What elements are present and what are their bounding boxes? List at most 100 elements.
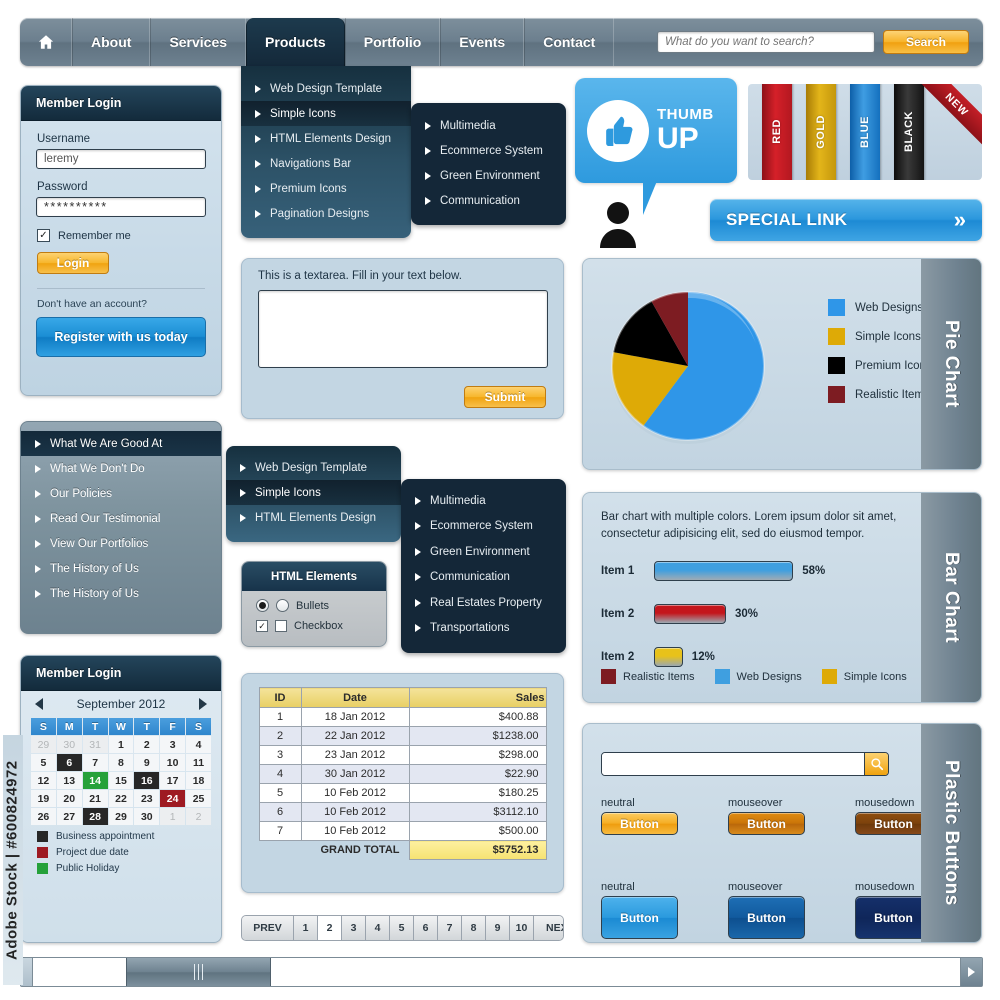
dropdown-item-simple-icons[interactable]: Simple Icons xyxy=(241,101,411,126)
calendar-day-5[interactable]: 5 xyxy=(31,754,56,771)
calendar-day-18[interactable]: 18 xyxy=(186,772,211,789)
calendar-day-15[interactable]: 15 xyxy=(108,772,134,789)
submenu-item-communication[interactable]: Communication xyxy=(411,188,566,213)
register-button[interactable]: Register with us today xyxy=(36,317,206,357)
nav-item-contact[interactable]: Contact xyxy=(524,18,615,66)
accordion-item-our-policies[interactable]: Our Policies xyxy=(21,481,221,506)
calendar-day-23[interactable]: 23 xyxy=(134,790,160,807)
dropdown-item-premium-icons[interactable]: Premium Icons xyxy=(241,176,411,201)
dropdown-item-navigations-bar[interactable]: Navigations Bar xyxy=(241,151,411,176)
pagination-page-5[interactable]: 5 xyxy=(390,916,414,940)
nav-item-services[interactable]: Services xyxy=(150,18,247,66)
calendar-day-10[interactable]: 10 xyxy=(160,754,186,771)
calendar-day-6[interactable]: 6 xyxy=(56,754,82,771)
calendar-day-20[interactable]: 20 xyxy=(56,790,82,807)
plastic-button-blue-neutral[interactable]: Button xyxy=(601,896,678,939)
plastic-search-button[interactable] xyxy=(864,753,888,775)
pagination-page-7[interactable]: 7 xyxy=(438,916,462,940)
pagination-page-2[interactable]: 2 xyxy=(318,916,342,940)
accordion-item-read-our-testimonial[interactable]: Read Our Testimonial xyxy=(21,506,221,531)
radio-unselected[interactable] xyxy=(276,599,289,612)
calendar-day-3[interactable]: 3 xyxy=(160,736,186,753)
accordion-item-what-we-dont-do[interactable]: What We Don't Do xyxy=(21,456,221,481)
calendar-day-31[interactable]: 31 xyxy=(82,736,108,753)
calendar-day-21[interactable]: 21 xyxy=(82,790,108,807)
search-button[interactable]: Search xyxy=(883,30,969,54)
table-header-date[interactable]: Date xyxy=(300,687,410,708)
remember-me-row[interactable]: ✓ Remember me xyxy=(37,229,221,242)
calendar-day-7[interactable]: 7 xyxy=(82,754,108,771)
pagination-page-6[interactable]: 6 xyxy=(414,916,438,940)
ribbon-gold[interactable]: GOLD xyxy=(806,84,836,180)
accordion-item-history-of-us-2[interactable]: The History of Us xyxy=(21,581,221,606)
remember-me-checkbox[interactable]: ✓ xyxy=(37,229,50,242)
plastic-button-orange-neutral[interactable]: Button xyxy=(601,812,678,835)
calendar-day-14[interactable]: 14 xyxy=(82,772,108,789)
calendar-day-12[interactable]: 12 xyxy=(31,772,56,789)
calendar-day-29[interactable]: 29 xyxy=(31,736,56,753)
calendar-day-29[interactable]: 29 xyxy=(108,808,134,825)
scrollbar-right-arrow-button[interactable] xyxy=(960,958,982,986)
nav-home-button[interactable] xyxy=(20,18,72,66)
radio-selected[interactable] xyxy=(256,599,269,612)
secondary-submenu-item-transportations[interactable]: Transportations xyxy=(401,616,566,642)
secondary-menu-item-simple-icons[interactable]: Simple Icons xyxy=(226,480,401,505)
checkbox-checked[interactable]: ✓ xyxy=(256,620,268,632)
table-row[interactable]: 7 10 Feb 2012 $500.00 xyxy=(258,821,547,841)
pagination-next-button[interactable]: NEXT xyxy=(534,916,563,940)
calendar-day-2[interactable]: 2 xyxy=(134,736,160,753)
calendar-day-19[interactable]: 19 xyxy=(31,790,56,807)
textarea-input[interactable] xyxy=(257,290,548,368)
calendar-day-8[interactable]: 8 xyxy=(108,754,134,771)
special-link-button[interactable]: SPECIAL LINK » xyxy=(710,199,982,241)
table-header-id[interactable]: ID xyxy=(258,687,302,708)
table-header-sales[interactable]: Sales xyxy=(408,687,547,708)
accordion-item-what-we-are-good-at[interactable]: What We Are Good At xyxy=(21,431,221,456)
accordion-item-history-of-us-1[interactable]: The History of Us xyxy=(21,556,221,581)
calendar-day-1[interactable]: 1 xyxy=(160,808,186,825)
plastic-button-orange-over[interactable]: Button xyxy=(728,812,805,835)
scrollbar-track[interactable] xyxy=(33,958,960,986)
nav-item-products[interactable]: Products xyxy=(246,18,345,66)
calendar-day-11[interactable]: 11 xyxy=(186,754,211,771)
table-row[interactable]: 1 18 Jan 2012 $400.88 xyxy=(258,707,547,727)
login-button[interactable]: Login xyxy=(37,252,109,274)
accordion-item-view-our-portfolios[interactable]: View Our Portfolios xyxy=(21,531,221,556)
calendar-day-24[interactable]: 24 xyxy=(160,790,186,807)
dropdown-item-html-elements-design[interactable]: HTML Elements Design xyxy=(241,126,411,151)
calendar-day-4[interactable]: 4 xyxy=(186,736,211,753)
secondary-menu-item-html-elements-design[interactable]: HTML Elements Design xyxy=(226,505,401,530)
pagination-prev-button[interactable]: PREV xyxy=(242,916,294,940)
table-row[interactable]: 4 30 Jan 2012 $22.90 xyxy=(258,764,547,784)
calendar-day-28[interactable]: 28 xyxy=(82,808,108,825)
plastic-button-blue-over[interactable]: Button xyxy=(728,896,805,939)
ribbon-black[interactable]: BLACK xyxy=(894,84,924,180)
submit-button[interactable]: Submit xyxy=(464,386,546,408)
dropdown-item-pagination-designs[interactable]: Pagination Designs xyxy=(241,201,411,226)
calendar-day-25[interactable]: 25 xyxy=(186,790,211,807)
secondary-submenu-item-communication[interactable]: Communication xyxy=(401,565,566,591)
scrollbar-thumb[interactable] xyxy=(126,958,271,986)
pagination-page-1[interactable]: 1 xyxy=(294,916,318,940)
calendar-day-26[interactable]: 26 xyxy=(31,808,56,825)
secondary-submenu-item-green-environment[interactable]: Green Environment xyxy=(401,539,566,565)
calendar-day-9[interactable]: 9 xyxy=(134,754,160,771)
calendar-day-16[interactable]: 16 xyxy=(134,772,160,789)
table-row[interactable]: 5 10 Feb 2012 $180.25 xyxy=(258,783,547,803)
password-input[interactable] xyxy=(36,197,206,217)
secondary-submenu-item-multimedia[interactable]: Multimedia xyxy=(401,488,566,514)
checkbox-unchecked[interactable] xyxy=(275,620,287,632)
submenu-item-multimedia[interactable]: Multimedia xyxy=(411,113,566,138)
pagination-page-10[interactable]: 10 xyxy=(510,916,534,940)
table-row[interactable]: 3 23 Jan 2012 $298.00 xyxy=(258,745,547,765)
plastic-search-input[interactable] xyxy=(602,753,864,775)
calendar-day-27[interactable]: 27 xyxy=(56,808,82,825)
nav-item-events[interactable]: Events xyxy=(440,18,525,66)
submenu-item-green-environment[interactable]: Green Environment xyxy=(411,163,566,188)
calendar-next-month-icon[interactable] xyxy=(198,698,207,710)
radio-row[interactable]: Bullets xyxy=(256,599,386,612)
pagination-page-4[interactable]: 4 xyxy=(366,916,390,940)
calendar-prev-month-icon[interactable] xyxy=(35,698,43,710)
pagination-page-3[interactable]: 3 xyxy=(342,916,366,940)
pagination-page-9[interactable]: 9 xyxy=(486,916,510,940)
